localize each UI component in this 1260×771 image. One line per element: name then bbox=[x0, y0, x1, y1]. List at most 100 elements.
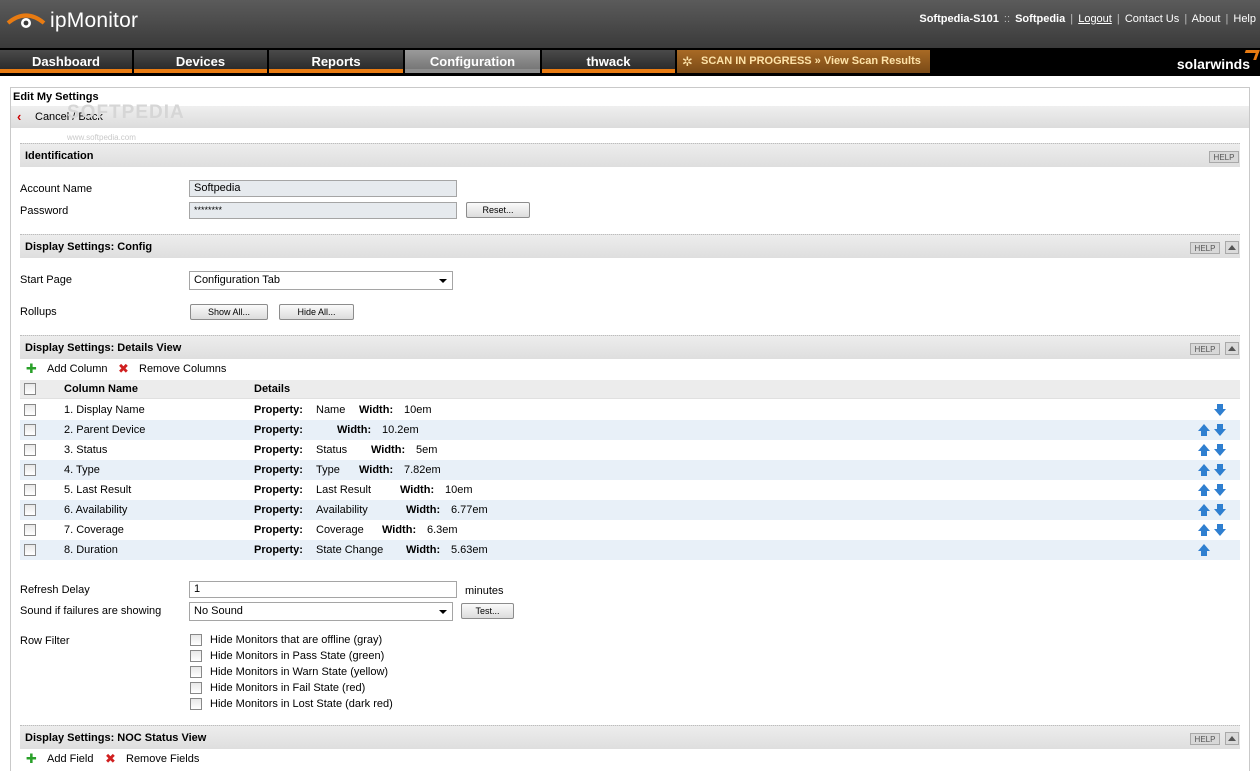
table-row[interactable]: 3. Status Property: Status Width: 5em bbox=[20, 440, 1240, 460]
move-down-icon[interactable] bbox=[1214, 524, 1226, 537]
row-filter-checkbox[interactable] bbox=[190, 666, 202, 678]
hide-all-button[interactable]: Hide All... bbox=[279, 304, 354, 320]
move-up-icon[interactable] bbox=[1198, 424, 1210, 437]
width-label: Width: bbox=[359, 464, 394, 476]
help-button[interactable]: HELP bbox=[1190, 242, 1220, 254]
tab-thwack[interactable]: thwack bbox=[542, 50, 675, 73]
move-down-icon[interactable] bbox=[1214, 404, 1226, 417]
column-name-cell: 2. Parent Device bbox=[64, 424, 146, 436]
main-nav: Dashboard Devices Reports Configuration … bbox=[0, 48, 1260, 76]
width-label: Width: bbox=[382, 524, 417, 536]
row-checkbox[interactable] bbox=[24, 504, 36, 516]
row-checkbox[interactable] bbox=[24, 524, 36, 536]
row-checkbox[interactable] bbox=[24, 404, 36, 416]
property-label: Property: bbox=[254, 504, 303, 516]
property-value: Type bbox=[316, 464, 340, 476]
header-bar: ipMonitor Softpedia-S101 :: Softpedia | … bbox=[0, 0, 1260, 48]
move-up-icon[interactable] bbox=[1198, 504, 1210, 517]
section-title: Display Settings: Config bbox=[25, 241, 153, 253]
move-down-icon[interactable] bbox=[1214, 444, 1226, 457]
remove-fields-button[interactable]: Remove Fields bbox=[126, 753, 199, 765]
help-link[interactable]: Help bbox=[1233, 13, 1256, 25]
remove-columns-button[interactable]: Remove Columns bbox=[139, 363, 226, 375]
row-checkbox[interactable] bbox=[24, 464, 36, 476]
table-row[interactable]: 4. Type Property: Type Width: 7.82em bbox=[20, 460, 1240, 480]
tab-reports[interactable]: Reports bbox=[269, 50, 403, 73]
property-label: Property: bbox=[254, 484, 303, 496]
solarwinds-sun-icon bbox=[1242, 50, 1260, 60]
column-name-header: Column Name bbox=[64, 383, 138, 395]
row-filter-checkbox[interactable] bbox=[190, 682, 202, 694]
row-checkbox[interactable] bbox=[24, 424, 36, 436]
move-up-icon[interactable] bbox=[1198, 484, 1210, 497]
test-sound-button[interactable]: Test... bbox=[461, 603, 514, 619]
row-checkbox[interactable] bbox=[24, 484, 36, 496]
add-icon: ✚ bbox=[26, 361, 37, 376]
start-page-label: Start Page bbox=[20, 274, 72, 286]
table-row[interactable]: 7. Coverage Property: Coverage Width: 6.3em bbox=[20, 520, 1240, 540]
password-label: Password bbox=[20, 205, 69, 217]
property-value: Coverage bbox=[316, 524, 364, 536]
add-field-button[interactable]: Add Field bbox=[47, 753, 93, 765]
move-up-icon[interactable] bbox=[1198, 544, 1210, 557]
sound-select[interactable]: No Sound bbox=[189, 602, 453, 621]
property-value: Availability bbox=[316, 504, 368, 516]
move-down-icon[interactable] bbox=[1214, 424, 1226, 437]
table-row[interactable]: 5. Last Result Property: Last Result Width:… bbox=[20, 480, 1240, 500]
width-label: Width: bbox=[406, 544, 441, 556]
refresh-delay-field[interactable]: 1 bbox=[189, 581, 457, 598]
table-row[interactable]: 8. Duration Property: State Change Width: 5.… bbox=[20, 540, 1240, 560]
tab-configuration[interactable]: Configuration bbox=[405, 50, 540, 73]
move-down-icon[interactable] bbox=[1214, 464, 1226, 477]
logout-link[interactable]: Logout bbox=[1078, 13, 1112, 25]
columns-table-header: Column Name Details bbox=[20, 380, 1240, 399]
help-button[interactable]: HELP bbox=[1190, 343, 1220, 355]
app-brand-name: ipMonitor bbox=[50, 9, 139, 32]
section-identification: Identification HELP bbox=[20, 143, 1240, 167]
move-up-icon[interactable] bbox=[1198, 444, 1210, 457]
row-filter-checkbox[interactable] bbox=[190, 650, 202, 662]
width-value: 10em bbox=[445, 484, 473, 496]
tab-devices[interactable]: Devices bbox=[134, 50, 267, 73]
property-label: Property: bbox=[254, 424, 303, 436]
add-column-button[interactable]: Add Column bbox=[47, 363, 108, 375]
table-row[interactable]: 2. Parent Device Property: Width: 10.2em bbox=[20, 420, 1240, 440]
move-up-icon[interactable] bbox=[1198, 524, 1210, 537]
show-all-button[interactable]: Show All... bbox=[190, 304, 268, 320]
property-label: Property: bbox=[254, 464, 303, 476]
move-down-icon[interactable] bbox=[1214, 504, 1226, 517]
row-checkbox[interactable] bbox=[24, 544, 36, 556]
reset-password-button[interactable]: Reset... bbox=[466, 202, 530, 218]
scan-in-progress-link[interactable]: ✲ SCAN IN PROGRESS » View Scan Results bbox=[677, 50, 930, 73]
about-link[interactable]: About bbox=[1192, 13, 1221, 25]
column-name-cell: 6. Availability bbox=[64, 504, 128, 516]
help-button[interactable]: HELP bbox=[1190, 733, 1220, 745]
table-row[interactable]: 6. Availability Property: Availability Widt… bbox=[20, 500, 1240, 520]
width-value: 7.82em bbox=[404, 464, 441, 476]
contact-us-link[interactable]: Contact Us bbox=[1125, 13, 1179, 25]
sound-value: No Sound bbox=[194, 605, 243, 617]
section-title: Identification bbox=[25, 150, 94, 162]
property-value: State Change bbox=[316, 544, 384, 556]
cancel-back-bar[interactable]: ‹ Cancel / Back bbox=[11, 106, 1249, 128]
property-label: Property: bbox=[254, 444, 303, 456]
row-filter-checkbox[interactable] bbox=[190, 698, 202, 710]
move-down-icon[interactable] bbox=[1214, 484, 1226, 497]
table-row[interactable]: 1. Display Name Property: Name Width: 10em bbox=[20, 400, 1240, 420]
remove-icon: ✖ bbox=[118, 361, 129, 376]
start-page-select[interactable]: Configuration Tab bbox=[189, 271, 453, 290]
account-name-field[interactable]: Softpedia bbox=[189, 180, 457, 197]
tab-dashboard[interactable]: Dashboard bbox=[0, 50, 132, 73]
help-button[interactable]: HELP bbox=[1209, 151, 1239, 163]
collapse-icon[interactable] bbox=[1225, 342, 1239, 355]
collapse-icon[interactable] bbox=[1225, 732, 1239, 745]
move-up-icon[interactable] bbox=[1198, 464, 1210, 477]
row-checkbox[interactable] bbox=[24, 444, 36, 456]
row-filter-label-1: Hide Monitors that are offline (gray) bbox=[210, 634, 383, 646]
width-value: 10em bbox=[404, 404, 432, 416]
collapse-icon[interactable] bbox=[1225, 241, 1239, 254]
select-all-checkbox[interactable] bbox=[24, 383, 36, 395]
password-field[interactable]: ******** bbox=[189, 202, 457, 219]
app-logo[interactable]: ipMonitor bbox=[6, 6, 138, 36]
row-filter-checkbox[interactable] bbox=[190, 634, 202, 646]
